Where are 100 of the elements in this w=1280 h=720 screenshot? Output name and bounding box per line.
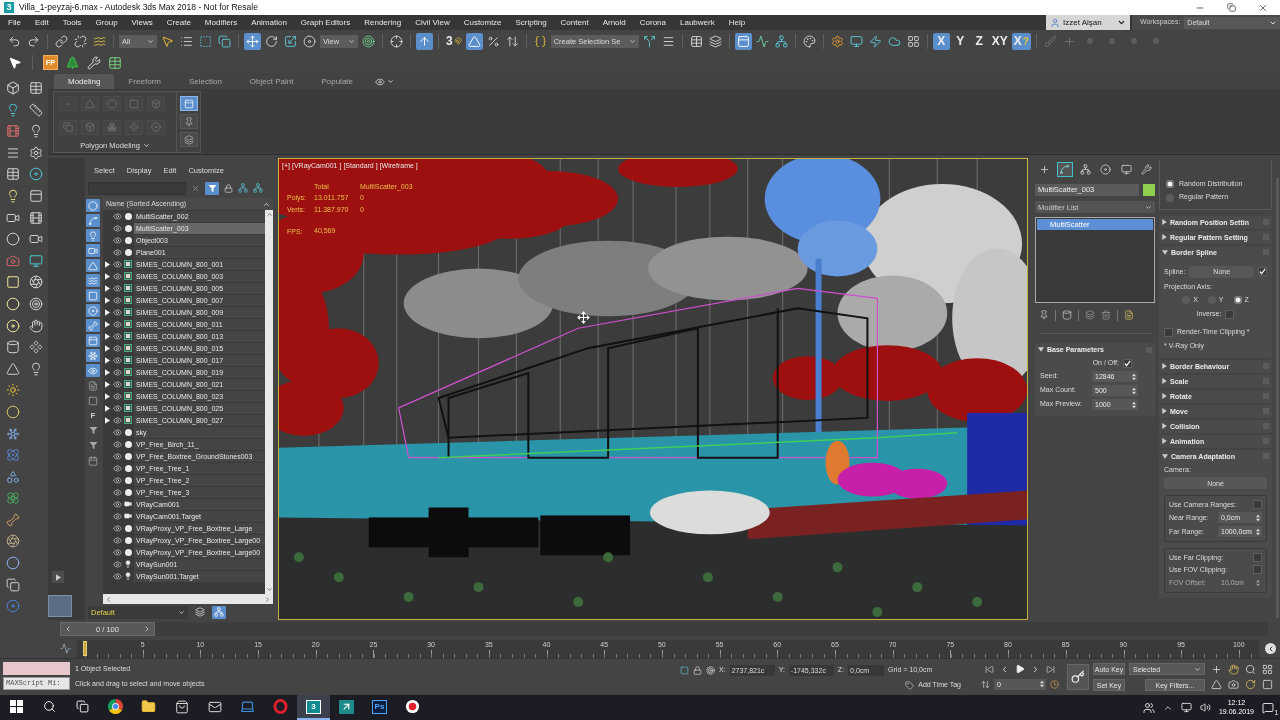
layers-icon[interactable] bbox=[179, 132, 198, 147]
pine-tree-icon[interactable] bbox=[65, 55, 80, 70]
speaker-icon[interactable] bbox=[1199, 702, 1211, 713]
snap-toggle-button[interactable]: 3 bbox=[444, 32, 464, 50]
table-icon[interactable] bbox=[108, 55, 122, 70]
target-icon[interactable] bbox=[28, 296, 43, 311]
camera-icon[interactable] bbox=[5, 253, 20, 268]
calendar-icon[interactable] bbox=[86, 454, 100, 467]
radio-button[interactable] bbox=[1166, 180, 1174, 189]
radio-button[interactable] bbox=[1166, 193, 1174, 202]
radio-button[interactable] bbox=[1233, 296, 1242, 305]
maxscript-output-field[interactable] bbox=[3, 662, 70, 675]
menu-item[interactable]: Content bbox=[553, 18, 596, 27]
square-tile-icon[interactable] bbox=[48, 595, 72, 617]
panel-icon[interactable] bbox=[179, 96, 198, 111]
funnel-icon[interactable] bbox=[205, 181, 219, 195]
axis-button[interactable]: Z bbox=[970, 32, 988, 50]
overlapping-squares-icon[interactable] bbox=[5, 577, 20, 592]
menu-item[interactable]: Group bbox=[88, 18, 125, 27]
menu-item[interactable]: Arnold bbox=[595, 18, 633, 27]
menu-item[interactable]: Graph Editors bbox=[293, 18, 358, 27]
triangle-right-icon[interactable] bbox=[1162, 234, 1167, 241]
eye-icon[interactable] bbox=[113, 295, 122, 305]
checkbox[interactable] bbox=[1253, 553, 1262, 563]
ribbon-tab[interactable]: Selection bbox=[174, 74, 236, 89]
eye-icon[interactable] bbox=[113, 523, 122, 533]
eye-icon[interactable] bbox=[113, 319, 122, 329]
eye-icon[interactable] bbox=[113, 211, 122, 221]
lock-icon[interactable] bbox=[224, 183, 233, 193]
menu-item[interactable]: File bbox=[1, 18, 28, 27]
menu-item[interactable]: Animation bbox=[244, 18, 294, 27]
checkbox[interactable] bbox=[1123, 359, 1132, 368]
spline-icon[interactable] bbox=[1056, 161, 1073, 177]
ribbon-tab[interactable]: Object Paint bbox=[235, 74, 308, 89]
eye-icon[interactable] bbox=[113, 247, 122, 257]
flower-icon[interactable] bbox=[5, 491, 20, 506]
link-icon[interactable] bbox=[53, 32, 70, 50]
network-icon[interactable] bbox=[772, 32, 790, 50]
checkbox[interactable] bbox=[1253, 500, 1262, 510]
table-icon[interactable] bbox=[28, 81, 43, 95]
eye-icon[interactable] bbox=[113, 571, 122, 581]
vertical-scrollbar[interactable] bbox=[265, 210, 273, 594]
restore-icon[interactable] bbox=[1227, 3, 1236, 12]
plus-icon[interactable] bbox=[1211, 664, 1222, 675]
disc-icon[interactable] bbox=[301, 32, 318, 50]
tag-icon[interactable] bbox=[905, 680, 915, 690]
menu-item[interactable]: Help bbox=[721, 18, 753, 27]
triangle-right-icon[interactable] bbox=[1162, 393, 1167, 400]
eye-icon[interactable] bbox=[113, 559, 122, 569]
monitor-icon[interactable] bbox=[1180, 702, 1192, 713]
panel-icon[interactable] bbox=[28, 188, 43, 203]
cube-icon[interactable] bbox=[5, 81, 20, 95]
circle-icon[interactable] bbox=[5, 404, 20, 419]
up-down-arrows-icon[interactable] bbox=[981, 679, 990, 689]
checkbox[interactable] bbox=[1258, 267, 1267, 277]
palette-icon[interactable] bbox=[800, 32, 818, 50]
target-icon[interactable] bbox=[360, 32, 377, 50]
eye-icon[interactable] bbox=[113, 283, 122, 293]
eye-icon[interactable] bbox=[113, 535, 122, 545]
sun-icon[interactable] bbox=[5, 383, 20, 398]
eye-icon[interactable] bbox=[113, 367, 122, 377]
lightbulb-icon[interactable] bbox=[86, 229, 100, 242]
ruler-icon[interactable] bbox=[28, 102, 43, 117]
snowflake-icon[interactable] bbox=[5, 426, 20, 441]
move-icon[interactable] bbox=[244, 32, 261, 50]
axis-button[interactable]: Y bbox=[951, 32, 969, 50]
bars-icon[interactable] bbox=[5, 145, 20, 160]
crosshair-icon[interactable] bbox=[388, 32, 405, 50]
menu-item[interactable]: Corona bbox=[632, 18, 673, 27]
panel-icon[interactable] bbox=[734, 32, 752, 50]
pointer-icon[interactable] bbox=[8, 55, 22, 70]
eye-icon[interactable] bbox=[113, 487, 122, 497]
cylinder-icon[interactable] bbox=[5, 340, 20, 355]
speech-bubble-icon[interactable] bbox=[1262, 701, 1274, 714]
menu-item[interactable]: Customize bbox=[456, 18, 509, 27]
four-diamonds-icon[interactable] bbox=[28, 340, 43, 355]
menu-item[interactable]: Modifiers bbox=[197, 18, 245, 27]
layers-icon[interactable] bbox=[1085, 310, 1095, 320]
menu-item[interactable]: Create bbox=[159, 18, 198, 27]
four-squares-icon[interactable] bbox=[10, 700, 23, 713]
triangle-right-icon[interactable] bbox=[1162, 363, 1167, 370]
triangle-down-icon[interactable] bbox=[1038, 347, 1044, 352]
ribbon-tab[interactable]: Modeling bbox=[54, 74, 115, 89]
clock-icon[interactable] bbox=[1050, 679, 1059, 689]
triangle-right-icon[interactable] bbox=[1162, 378, 1167, 385]
rotate-icon[interactable] bbox=[1245, 679, 1256, 690]
triangle-down-icon[interactable] bbox=[1162, 249, 1168, 255]
eye-icon[interactable] bbox=[113, 547, 122, 557]
aperture-icon[interactable] bbox=[28, 275, 43, 290]
hierarchy-icon[interactable] bbox=[238, 183, 248, 193]
ribbon-tab[interactable]: Populate bbox=[307, 74, 367, 89]
layers-icon[interactable] bbox=[706, 32, 724, 50]
spinner-arrows-icon[interactable] bbox=[1132, 400, 1136, 409]
spinner-arrows-icon[interactable] bbox=[1040, 680, 1044, 689]
circled-chevron-icon[interactable] bbox=[1265, 643, 1276, 654]
play-icon[interactable] bbox=[1015, 664, 1025, 675]
eye-icon[interactable] bbox=[113, 415, 122, 425]
pulse-line-icon[interactable] bbox=[60, 643, 71, 654]
spinner-arrows-icon[interactable] bbox=[1132, 386, 1136, 395]
triangle-right-icon[interactable] bbox=[1162, 438, 1167, 445]
